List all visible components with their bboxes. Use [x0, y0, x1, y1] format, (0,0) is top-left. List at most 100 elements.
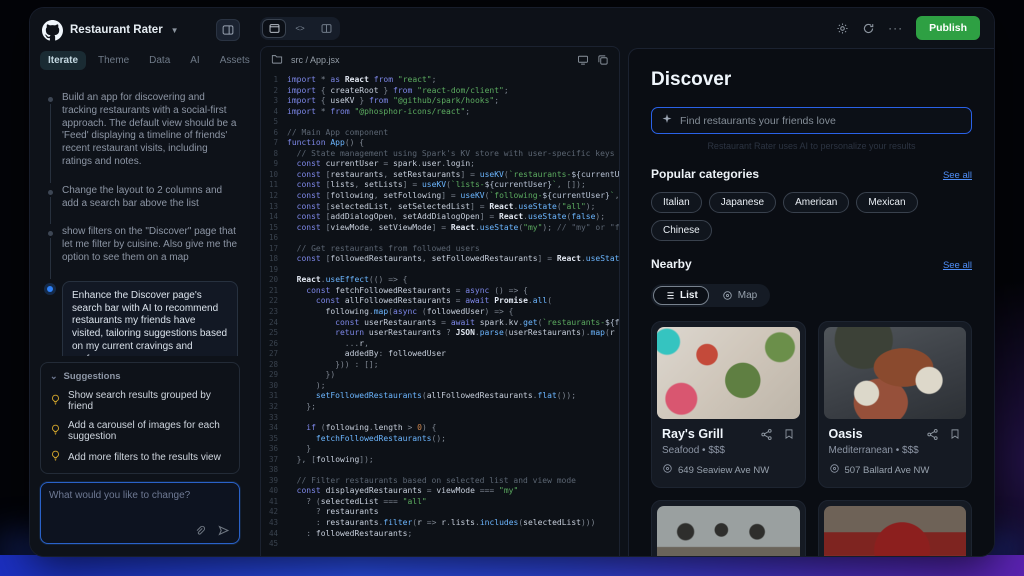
tab-theme[interactable]: Theme — [90, 51, 137, 70]
more-options-icon[interactable]: ··· — [888, 21, 903, 35]
code-line: 19 — [261, 265, 619, 276]
send-icon[interactable] — [217, 524, 230, 537]
suggestion-item[interactable]: Add more filters to the results view — [50, 450, 230, 464]
publish-button[interactable]: Publish — [916, 16, 980, 40]
sidebar-header: Restaurant Rater ▼ — [30, 8, 250, 49]
code-line: 24 const userRestaurants = await spark.k… — [261, 318, 619, 329]
split-view-button[interactable] — [314, 19, 338, 38]
search-input[interactable] — [680, 115, 962, 127]
share-icon[interactable] — [926, 428, 939, 441]
category-pill-american[interactable]: American — [783, 192, 849, 213]
background-gradient-band — [0, 555, 1024, 576]
suggestions-header[interactable]: ⌄ Suggestions — [50, 371, 230, 382]
app-preview: Discover Restaurant Rater uses AI to per… — [628, 48, 994, 556]
restaurant-card-grid: Ray's GrillSeafood • $$$649 Seaview Ave … — [651, 321, 972, 556]
code-line: 33 — [261, 413, 619, 424]
lightbulb-icon — [50, 424, 61, 438]
code-line: 37 }, [following]); — [261, 455, 619, 466]
code-line: 30 ); — [261, 381, 619, 392]
search-hint: Restaurant Rater uses AI to personalize … — [651, 141, 972, 151]
refresh-icon[interactable] — [862, 22, 875, 35]
restaurant-card[interactable]: Ocho — [818, 500, 973, 556]
suggestion-item[interactable]: Add a carousel of images for each sugges… — [50, 420, 230, 442]
lightbulb-icon — [50, 450, 61, 464]
map-view-button[interactable]: Map — [711, 286, 768, 305]
suggestions-panel: ⌄ Suggestions Show search results groupe… — [40, 362, 240, 474]
bookmark-icon[interactable] — [783, 428, 795, 441]
code-line: 26 ...r, — [261, 339, 619, 350]
category-pill-mexican[interactable]: Mexican — [856, 192, 917, 213]
search-bar — [651, 107, 972, 134]
restaurant-name: Ray's Grill — [662, 427, 760, 441]
file-tab-bar: src / App.jsx — [261, 47, 619, 72]
code-line: 40 const displayedRestaurants = viewMode… — [261, 486, 619, 497]
lightbulb-icon — [50, 394, 61, 408]
copy-icon[interactable] — [597, 54, 609, 66]
code-line: 10 const [restaurants, setRestaurants] =… — [261, 170, 619, 181]
see-all-link[interactable]: See all — [943, 170, 972, 181]
settings-gear-icon[interactable] — [836, 22, 849, 35]
restaurant-name: Oasis — [829, 427, 927, 441]
section-header-popular: Popular categories See all — [651, 167, 972, 181]
category-pill-chinese[interactable]: Chinese — [651, 220, 712, 241]
prompt-message: Build an app for discovering and trackin… — [48, 92, 238, 169]
code-line: 12 const [following, setFollowing] = use… — [261, 191, 619, 202]
code-line: 25 return userRestaurants ? JSON.parse(u… — [261, 328, 619, 339]
list-view-button[interactable]: List — [653, 286, 709, 305]
code-line: 8 // State management using Spark's KV s… — [261, 149, 619, 160]
section-title: Popular categories — [651, 167, 759, 181]
code-line: 35 fetchFollowedRestaurants(); — [261, 434, 619, 445]
restaurant-photo — [657, 327, 800, 419]
restaurant-photo — [824, 327, 967, 419]
chevron-down-icon[interactable]: ▼ — [171, 26, 179, 35]
code-line: 45 — [261, 539, 619, 550]
prompt-text: Enhance the Discover page's search bar w… — [72, 290, 228, 356]
category-pill-japanese[interactable]: Japanese — [709, 192, 776, 213]
category-pill-italian[interactable]: Italian — [651, 192, 702, 213]
see-all-link[interactable]: See all — [943, 260, 972, 271]
prompt-message: show filters on the "Discover" page that… — [48, 226, 238, 264]
restaurant-card[interactable]: OasisMediterranean • $$$507 Ballard Ave … — [818, 321, 973, 488]
bookmark-icon[interactable] — [949, 428, 961, 441]
code-line: 9 const currentUser = spark.user.login; — [261, 159, 619, 170]
sidebar-toggle-button[interactable] — [216, 19, 240, 41]
code-line: 11 const [lists, setLists] = useKV(`list… — [261, 180, 619, 191]
tab-ai[interactable]: AI — [182, 51, 207, 70]
code-line: 22 const allFollowedRestaurants = await … — [261, 296, 619, 307]
tab-iterate[interactable]: Iterate — [40, 51, 86, 70]
prompt-text: Change the layout to 2 columns and add a… — [62, 185, 238, 211]
restaurant-card[interactable]: Ray's GrillSeafood • $$$649 Seaview Ave … — [651, 321, 806, 488]
prompt-history: Build an app for discovering and trackin… — [30, 78, 250, 356]
suggestion-item[interactable]: Show search results grouped by friend — [50, 390, 230, 412]
suggestion-label: Add a carousel of images for each sugges… — [68, 420, 230, 442]
code-line: 1import * as React from "react"; — [261, 75, 619, 86]
app-title: Restaurant Rater — [70, 24, 163, 36]
code-line: 20 React.useEffect(() => { — [261, 275, 619, 286]
view-switcher: <> — [260, 17, 340, 40]
sidebar: Restaurant Rater ▼ IterateThemeDataAIAss… — [30, 8, 250, 556]
editor-column: <> src / App.jsx 1import * as React from… — [250, 8, 628, 556]
code-line: 27 addedBy: followedUser — [261, 349, 619, 360]
code-view-button[interactable]: <> — [288, 19, 312, 38]
file-breadcrumb[interactable]: src / App.jsx — [291, 55, 340, 65]
section-title: Nearby — [651, 257, 692, 271]
code-line: 31 setFollowedRestaurants(allFollowedRes… — [261, 391, 619, 402]
open-in-editor-icon[interactable] — [577, 54, 589, 66]
restaurant-cuisine-price: Seafood • $$$ — [662, 445, 795, 456]
preview-view-button[interactable] — [262, 19, 286, 38]
code-editor[interactable]: 1import * as React from "react";2import … — [261, 72, 619, 556]
share-icon[interactable] — [760, 428, 773, 441]
code-line: 44 : followedRestaurants; — [261, 529, 619, 540]
chat-input[interactable] — [49, 490, 231, 522]
attach-icon[interactable] — [194, 525, 206, 537]
code-line: 43 : restaurants.filter(r => r.lists.inc… — [261, 518, 619, 529]
preview-toolbar: ··· Publish — [628, 8, 994, 48]
category-pills: Italian Japanese American Mexican Chinese — [651, 192, 972, 241]
prompt-message: Change the layout to 2 columns and add a… — [48, 185, 238, 211]
tab-data[interactable]: Data — [141, 51, 178, 70]
suggestions-title: Suggestions — [64, 371, 121, 382]
section-header-nearby: Nearby See all — [651, 257, 972, 271]
restaurant-card[interactable]: Asadero — [651, 500, 806, 556]
code-line: 28 })) : []; — [261, 360, 619, 371]
list-map-toggle: List Map — [651, 284, 770, 307]
